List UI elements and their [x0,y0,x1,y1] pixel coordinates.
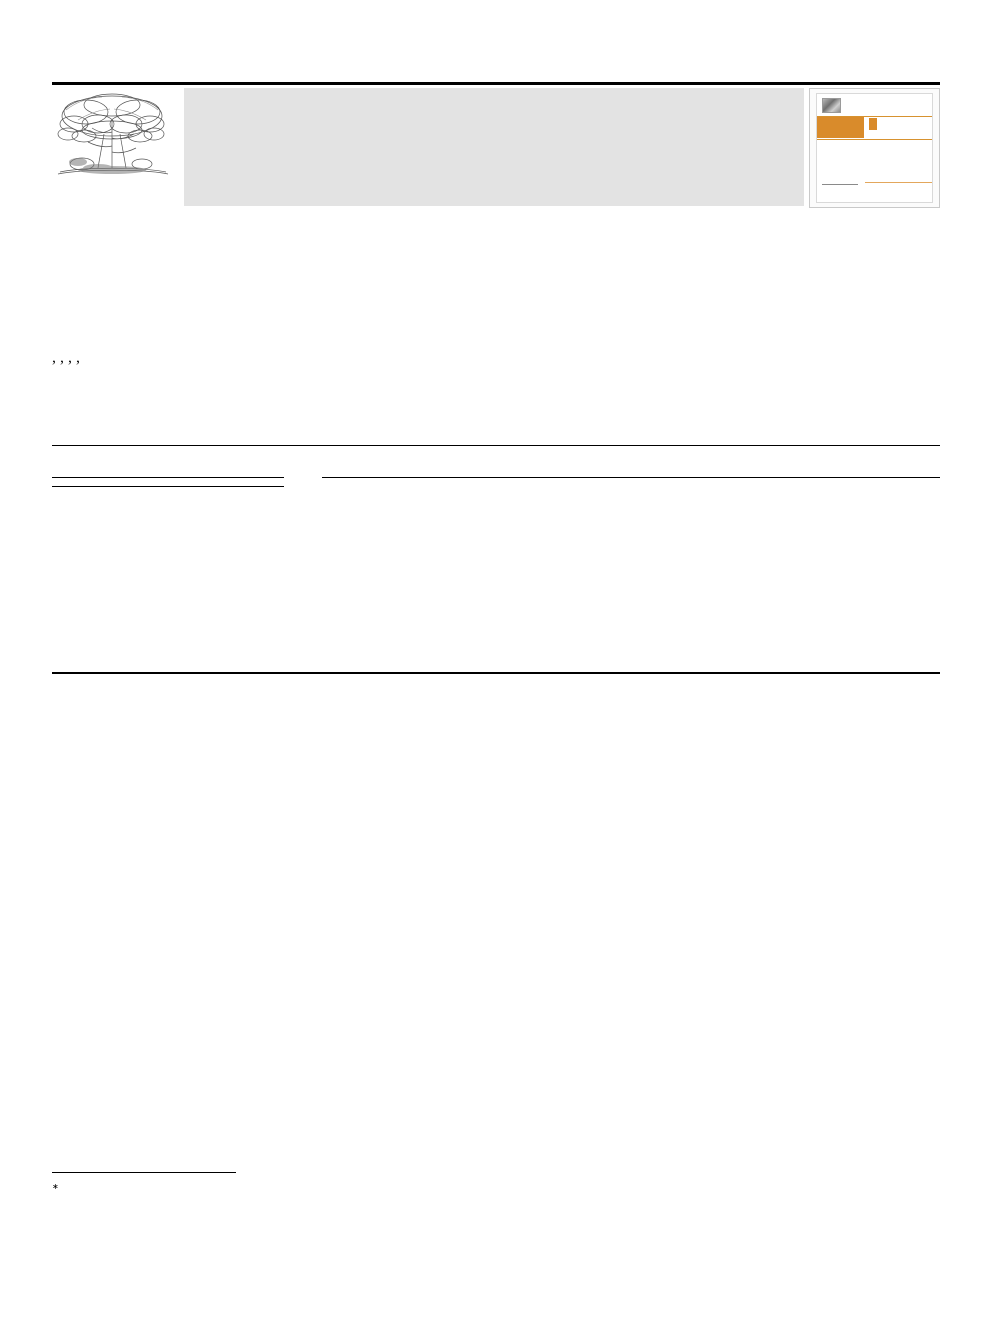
cover-volume-letter [869,118,877,130]
author-entry: , [60,349,64,367]
abstract-rule [322,477,940,478]
keywords-rule [52,486,284,487]
info-band-bottom-rule [52,672,940,674]
info-band-top-rule [52,445,940,446]
asterisk-icon: ∗ [52,1182,59,1191]
article-info-block [52,466,284,495]
paper-page: , , , , ∗ [0,0,992,1323]
masthead [52,88,940,213]
cover-logo-rule [822,184,858,185]
body-column-right [513,712,938,774]
section-heading-introduction [52,712,477,727]
author-entry: , [76,349,80,367]
elsevier-tree-icon [57,93,169,175]
journal-cover-thumbnail[interactable] [809,88,940,208]
cover-title-block [817,117,864,138]
masthead-grey-band [184,88,804,206]
body-column-left [52,712,477,744]
article-info-rule [52,477,284,478]
cover-image-thumb [822,98,841,113]
footnote-rule [52,1172,236,1173]
cover-rule-bottom [865,182,932,183]
cover-rule-mid [817,139,932,140]
author-entry: , [68,349,72,367]
section-heading-theoretical-modeling [513,742,938,757]
elsevier-logo [52,88,176,208]
masthead-top-rule [52,82,940,85]
corresponding-author-note: ∗ [52,1180,482,1197]
cover-inner-frame [816,93,933,203]
abstract-block [322,466,940,487]
footnote-block: ∗ [52,1180,482,1197]
author-entry: , [52,349,56,367]
author-list: , , , , [52,348,938,367]
